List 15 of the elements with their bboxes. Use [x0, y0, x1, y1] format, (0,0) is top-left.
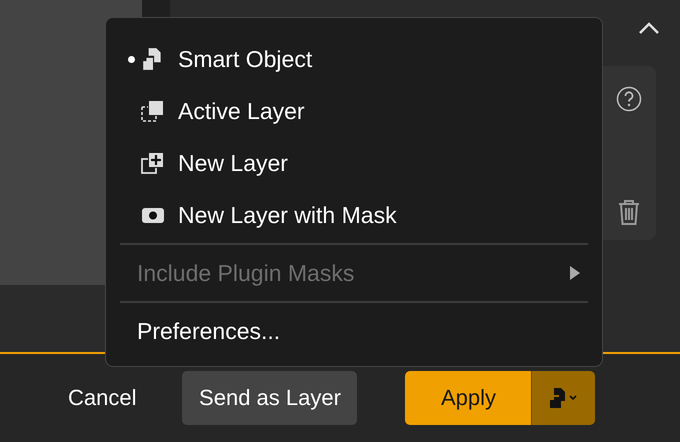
send-as-layer-button[interactable]: Send as Layer	[182, 371, 358, 425]
apply-button[interactable]: Apply	[405, 371, 532, 425]
output-dropdown-button[interactable]	[531, 371, 596, 425]
active-layer-icon	[141, 99, 165, 123]
menu-item[interactable]: New Layer	[120, 137, 588, 189]
menu-item[interactable]: Active Layer	[120, 85, 588, 137]
cancel-button[interactable]: Cancel	[56, 373, 148, 423]
menu-item[interactable]: New Layer with Mask	[120, 189, 588, 241]
submenu-arrow-icon	[570, 266, 580, 280]
help-icon[interactable]	[616, 86, 642, 112]
new-layer-icon	[141, 151, 165, 175]
trash-icon[interactable]	[616, 198, 642, 226]
preferences-item[interactable]: Preferences...	[120, 305, 588, 357]
chevron-up-icon[interactable]	[638, 21, 660, 35]
menu-item[interactable]: Smart Object	[120, 33, 588, 85]
